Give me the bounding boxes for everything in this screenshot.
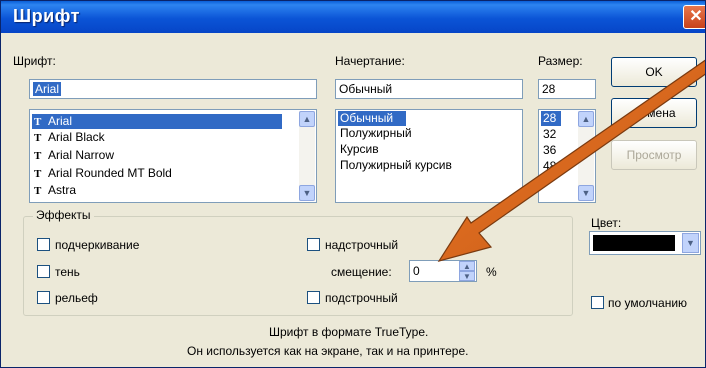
font-dialog: Шрифт ✕ Шрифт: Arial T Arial T Arial Black… [0, 0, 706, 368]
annotation-arrow-icon [437, 59, 705, 262]
